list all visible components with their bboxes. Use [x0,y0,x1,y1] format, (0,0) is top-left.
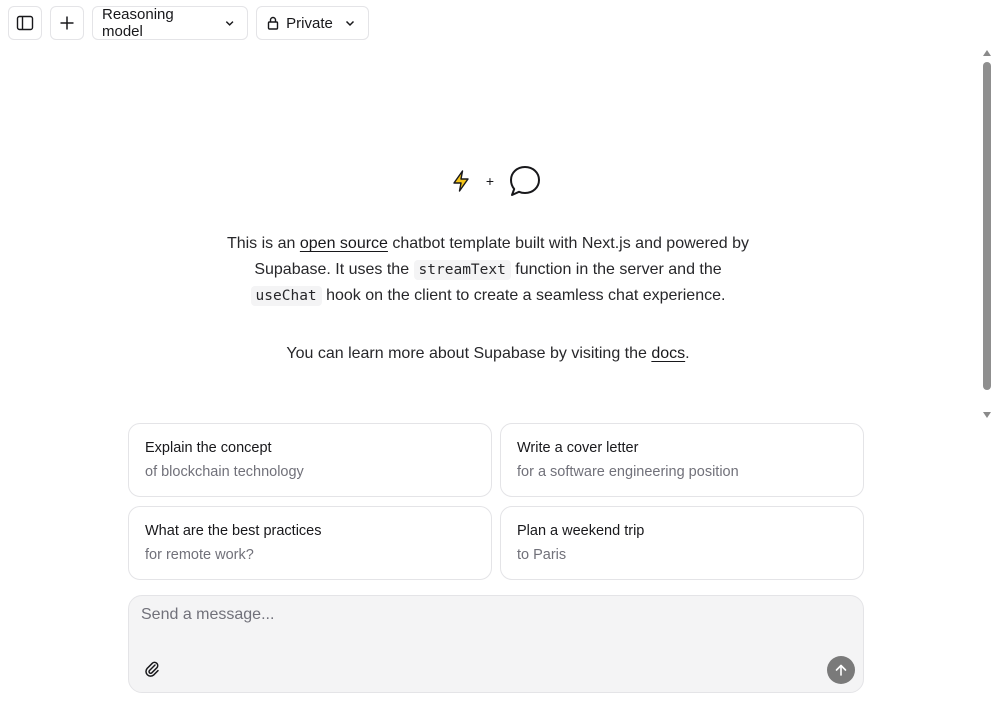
intro-paragraph: This is an open source chatbot template … [220,231,756,309]
intro-text-segment: This is an [226,235,300,252]
plus-icon [60,16,74,30]
docs-text-segment: . [685,345,690,362]
send-button[interactable] [827,656,855,684]
intro-text: This is an open source chatbot template … [220,231,756,367]
message-input[interactable] [141,606,841,636]
scroll-up-arrow-icon[interactable] [983,50,991,56]
suggestion-title: What are the best practices [145,523,322,539]
suggestion-card[interactable]: What are the best practices for remote w… [128,506,492,580]
arrow-up-icon [835,664,847,676]
model-selector-label: Reasoning model [102,6,174,40]
scrollbar-thumb[interactable] [983,62,991,390]
open-source-link[interactable]: open source [300,235,388,252]
message-circle-icon [510,166,541,196]
visibility-selector-dropdown[interactable]: Private [256,6,369,40]
paperclip-icon [145,661,159,677]
chevron-down-icon [345,20,354,27]
bolt-icon [453,170,469,192]
attach-button[interactable] [143,660,161,678]
suggestion-title: Write a cover letter [517,440,639,456]
message-composer [128,595,864,693]
use-chat-code: useChat [250,286,322,306]
docs-link[interactable]: docs [651,345,685,362]
suggestion-subtitle: to Paris [517,547,567,563]
docs-text-segment: You can learn more about Supabase by vis… [286,345,652,362]
suggestion-card[interactable]: Explain the concept of blockchain techno… [128,423,492,497]
suggestion-title: Plan a weekend trip [517,523,645,539]
suggestion-subtitle: for remote work? [145,547,254,563]
intro-text-segment: hook on the client to create a seamless … [321,287,726,304]
hero-logos: + [0,164,992,198]
suggestion-title: Explain the concept [145,440,272,456]
stream-text-code: streamText [413,260,511,280]
visibility-selector-label: Private [286,14,333,32]
sidebar-icon [16,15,34,31]
suggested-actions: Explain the concept of blockchain techno… [128,423,864,580]
vertical-scrollbar[interactable] [982,48,992,420]
lock-icon [267,16,279,30]
suggestion-subtitle: of blockchain technology [145,464,304,480]
intro-text-segment: function in the server and the [510,261,722,278]
sidebar-toggle-button[interactable] [8,6,42,40]
top-toolbar: Reasoning model Private [8,6,369,40]
plus-glyph: + [485,173,495,189]
model-selector-dropdown[interactable]: Reasoning model [92,6,248,40]
suggestion-card[interactable]: Write a cover letter for a software engi… [500,423,864,497]
scroll-down-arrow-icon[interactable] [983,412,991,418]
chevron-down-icon [225,21,234,26]
suggestion-card[interactable]: Plan a weekend trip to Paris [500,506,864,580]
docs-paragraph: You can learn more about Supabase by vis… [220,341,756,367]
suggestion-subtitle: for a software engineering position [517,464,739,480]
new-chat-button[interactable] [50,6,84,40]
